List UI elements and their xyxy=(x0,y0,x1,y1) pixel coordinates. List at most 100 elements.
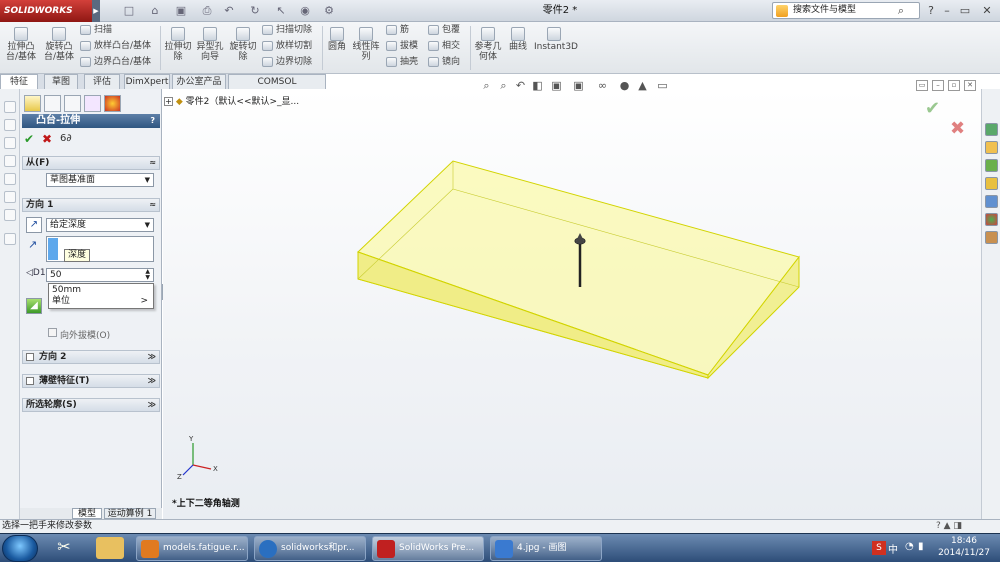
undo-icon[interactable]: ↶ xyxy=(220,3,238,19)
rib-button[interactable]: 筋 xyxy=(386,24,409,37)
start-button[interactable] xyxy=(2,535,38,562)
revolved-boss-button[interactable]: 旋转凸台/基体 xyxy=(42,25,76,62)
open-file-icon[interactable]: ⌂ xyxy=(146,3,164,19)
tray-app-icon[interactable]: S xyxy=(872,541,886,555)
thin-feature-section-header[interactable]: 薄壁特征(T) ≫ xyxy=(22,374,160,388)
search-icon[interactable]: ⌕ xyxy=(894,3,908,19)
wrap-button[interactable]: 包覆 xyxy=(428,24,460,37)
part-model[interactable]: Y X Z xyxy=(163,89,981,519)
graphics-area[interactable]: Y X Z xyxy=(163,89,981,519)
tab-motion-study[interactable]: 运动算例 1 xyxy=(104,508,156,519)
display-style-icon[interactable]: ▣ xyxy=(572,79,585,92)
direction1-section-header[interactable]: 方向 1 ≈ xyxy=(22,198,160,212)
configuration-manager-tab[interactable] xyxy=(64,95,81,112)
fillet-button[interactable]: 圆角 xyxy=(326,25,348,52)
confirm-ok-icon[interactable]: ✔ xyxy=(925,98,940,119)
sweep-button[interactable]: 扫描 xyxy=(80,24,112,37)
search-results-icon[interactable] xyxy=(985,195,998,208)
appearance-icon[interactable]: ● xyxy=(618,79,631,92)
viewport-restore-icon[interactable]: ▫ xyxy=(948,80,960,91)
tool-icon[interactable] xyxy=(4,173,16,185)
zoom-area-icon[interactable]: ⌕ xyxy=(497,79,510,92)
suggestion-unit[interactable]: 单位 > xyxy=(52,296,150,307)
depth-input[interactable]: 50 ▲ ▼ xyxy=(46,268,154,282)
end-condition-dropdown[interactable]: 给定深度 ▼ xyxy=(46,218,154,232)
tool-icon[interactable] xyxy=(4,209,16,221)
ime-indicator[interactable]: 中 xyxy=(888,541,898,556)
from-section-header[interactable]: 从(F) ≈ xyxy=(22,156,160,170)
tab-comsol[interactable]: COMSOL Multiphysics xyxy=(228,74,326,101)
tool-icon[interactable] xyxy=(4,191,16,203)
previous-view-icon[interactable]: ↶ xyxy=(514,79,527,92)
save-icon[interactable]: ▣ xyxy=(172,3,190,19)
custom-properties-icon[interactable] xyxy=(985,231,998,244)
resources-icon[interactable] xyxy=(985,123,998,136)
draft-outward-checkbox[interactable] xyxy=(48,328,57,337)
tool-icon[interactable] xyxy=(4,119,16,131)
thin-feature-checkbox[interactable] xyxy=(26,377,34,385)
appearances-icon[interactable] xyxy=(985,213,998,226)
direction-selection-box[interactable] xyxy=(46,236,154,262)
shell-button[interactable]: 抽壳 xyxy=(386,56,418,69)
zoom-to-fit-icon[interactable]: ⌕ xyxy=(480,79,493,92)
print-icon[interactable]: ⎙ xyxy=(198,3,216,19)
suggestion-value[interactable]: 50mm xyxy=(52,285,150,296)
draft-button[interactable]: 拔模 xyxy=(386,40,418,53)
design-library-icon[interactable] xyxy=(985,159,998,172)
tool-icon[interactable] xyxy=(4,101,16,113)
close-icon[interactable]: ✕ xyxy=(980,3,994,19)
tool-icon[interactable] xyxy=(4,155,16,167)
swept-cut-button[interactable]: 扫描切除 xyxy=(262,24,312,37)
taskbar-item[interactable]: solidworks和pr... xyxy=(254,536,366,561)
menu-arrow-icon[interactable]: ▶ xyxy=(92,0,100,22)
file-explorer-icon[interactable] xyxy=(985,177,998,190)
options-icon[interactable]: ⚙ xyxy=(320,3,338,19)
instant3d-button[interactable]: Instant3D xyxy=(534,25,578,52)
help-icon[interactable]: ? xyxy=(924,3,938,19)
ok-button[interactable]: ✔ xyxy=(24,132,34,146)
viewport-split-icon[interactable]: ▭ xyxy=(916,80,928,91)
lofted-cut-button[interactable]: 放样切割 xyxy=(262,40,312,53)
solidworks-logo[interactable]: SOLIDWORKS xyxy=(0,0,92,22)
expand-icon[interactable]: ≫ xyxy=(148,351,156,363)
linear-pattern-button[interactable]: 线性阵列 xyxy=(352,25,380,62)
display-manager-tab[interactable] xyxy=(104,95,121,112)
hole-wizard-button[interactable]: 异型孔向导 xyxy=(196,25,224,62)
tab-sketch[interactable]: 草图 xyxy=(44,74,78,89)
dimxpert-manager-tab[interactable] xyxy=(84,95,101,112)
view-settings-icon[interactable]: ▭ xyxy=(656,79,669,92)
extruded-cut-button[interactable]: 拉伸切除 xyxy=(164,25,192,62)
expand-icon[interactable]: ≫ xyxy=(148,375,156,387)
tool-icon[interactable] xyxy=(4,233,16,245)
viewport-close-icon[interactable]: ✕ xyxy=(964,80,976,91)
property-manager-tab[interactable] xyxy=(44,95,61,112)
direction2-section-header[interactable]: 方向 2 ≫ xyxy=(22,350,160,364)
confirm-cancel-icon[interactable]: ✖ xyxy=(950,118,965,139)
section-view-icon[interactable]: ◧ xyxy=(531,79,544,92)
reference-geometry-button[interactable]: 参考几何体 xyxy=(474,25,502,62)
extruded-boss-button[interactable]: 拉伸凸台/基体 xyxy=(4,25,38,62)
reverse-direction-button[interactable]: ↗ xyxy=(26,217,42,233)
selected-contours-section-header[interactable]: 所选轮廓(S) ≫ xyxy=(22,398,160,412)
pinned-app-icon[interactable]: ✂ xyxy=(52,537,76,559)
status-help-icon[interactable]: ? ▲ ◨ xyxy=(936,521,962,531)
preview-button[interactable]: 6∂ xyxy=(60,133,72,144)
hide-show-icon[interactable]: ∞ xyxy=(596,79,609,92)
tab-dimxpert[interactable]: DimXpert xyxy=(124,74,170,89)
taskbar-item-active[interactable]: SolidWorks Pre... xyxy=(372,536,484,561)
intersect-button[interactable]: 相交 xyxy=(428,40,460,53)
file-explorer-taskbar-icon[interactable] xyxy=(96,537,124,559)
help-icon[interactable]: ? xyxy=(150,114,155,128)
view-orientation-icon[interactable]: ▣ xyxy=(550,79,563,92)
boundary-cut-button[interactable]: 边界切除 xyxy=(262,56,312,69)
loft-button[interactable]: 放样凸台/基体 xyxy=(80,40,151,53)
spin-arrows-icon[interactable]: ▲ ▼ xyxy=(145,269,150,281)
search-scope-icon[interactable] xyxy=(776,5,788,17)
expand-icon[interactable]: ≫ xyxy=(148,399,156,411)
unit-suggestion-popup[interactable]: 50mm 单位 > xyxy=(48,283,154,309)
viewport-minimize-icon[interactable]: – xyxy=(932,80,944,91)
network-icon[interactable]: ▮ xyxy=(918,541,924,552)
taskbar-item[interactable]: 4.jpg - 画图 xyxy=(490,536,602,561)
system-clock[interactable]: 18:46 2014/11/27 xyxy=(934,535,994,561)
expand-icon[interactable]: + xyxy=(164,97,173,106)
